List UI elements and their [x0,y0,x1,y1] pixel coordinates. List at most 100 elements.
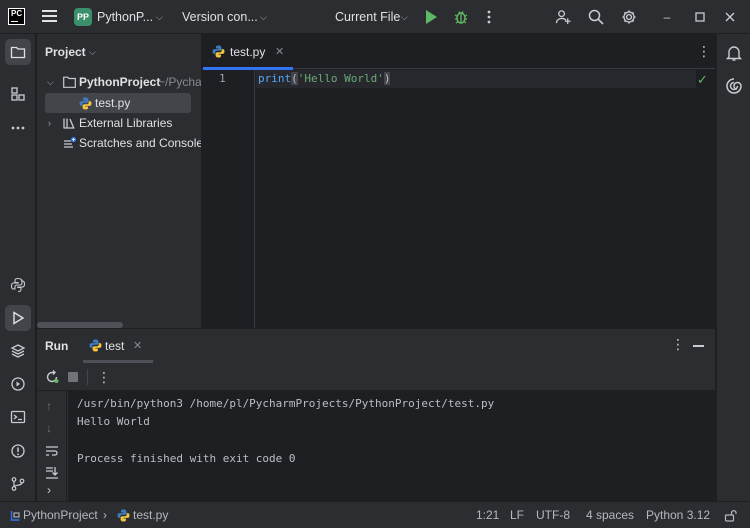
vcs-selector[interactable]: Version con... [182,10,258,24]
status-bar: PythonProject › test.py 1:21 LF UTF-8 4 … [0,501,750,528]
code-line[interactable]: print('Hello World') [258,72,391,85]
python-file-icon [212,45,225,58]
title-bar: PC PP PythonP... ⌵ Version con... ⌵ Curr… [0,0,750,34]
tree-item-scratches[interactable]: Scratches and Consoles [37,133,202,153]
run-configuration-selector[interactable]: Current File [335,10,400,24]
arrow-up-icon[interactable]: ↑ [46,399,52,413]
arrow-down-icon[interactable]: ↓ [46,421,52,435]
scroll-to-end-icon[interactable] [45,466,59,479]
project-selector[interactable]: PythonP... [97,10,153,24]
terminal-tool-button[interactable] [5,404,31,430]
toolbar-divider [87,369,88,385]
stop-icon[interactable] [68,372,78,382]
maximize-window-icon[interactable] [692,9,708,25]
tree-item-label: Scratches and Consoles [79,136,202,150]
search-icon[interactable] [588,9,604,25]
project-badge[interactable]: PP [74,8,92,26]
rerun-icon[interactable] [45,370,59,384]
python-file-icon [89,339,102,352]
chevron-down-icon[interactable]: ⌵ [260,12,267,23]
editor-tab-test-py[interactable]: test.py ✕ [203,34,293,70]
python-file-icon [117,509,130,522]
unlock-icon[interactable] [724,509,737,522]
hide-panel-icon[interactable] [693,345,704,347]
chevron-down-icon[interactable]: ⌵ [47,72,54,92]
run-panel: Run test ✕ ⋮ ⋮ ↑ ↓ › /usr/bin/python3 /h… [37,329,715,501]
tree-item-test-py[interactable]: test.py [45,93,191,113]
pycharm-logo: PC [8,8,25,25]
services-icon [11,377,25,391]
console-side-toolbar: ↑ ↓ › [37,391,67,501]
tree-item-label: test.py [95,96,131,110]
horizontal-scrollbar[interactable] [37,322,123,328]
chevron-right-icon[interactable]: › [47,483,51,497]
chevron-down-icon[interactable]: ⌵ [401,12,408,23]
main-menu-icon[interactable] [42,10,57,23]
chevron-down-icon[interactable]: ⌵ [156,12,163,23]
notifications-bell-icon[interactable] [725,44,743,62]
library-icon [63,118,75,129]
run-toolbar: ⋮ [37,363,715,391]
version-control-icon [11,477,25,491]
close-icon[interactable]: ✕ [133,339,142,352]
project-root-label: PythonProject [79,75,161,89]
project-path-hint: ~/PycharmProjects/PythonProject [158,75,202,89]
terminal-icon [10,410,26,424]
debug-icon[interactable] [453,9,469,25]
scratches-icon [64,136,77,148]
services-tool-button[interactable] [5,371,31,397]
run-panel-header: Run test ✕ ⋮ [37,329,715,363]
add-user-icon[interactable] [555,9,571,25]
console-output[interactable]: /usr/bin/python3 /home/pl/PycharmProject… [68,391,715,501]
structure-tool-button[interactable] [5,81,31,107]
project-panel-title[interactable]: Project [45,45,86,59]
more-actions-icon[interactable] [481,9,497,25]
line-ending[interactable]: LF [510,508,524,522]
project-tool-button[interactable] [5,39,31,65]
run-panel-title: Run [45,339,69,353]
code-paren-close: ) [383,72,391,85]
editor-tab-bar: test.py ✕ ⋮ [203,34,715,70]
caret-position[interactable]: 1:21 [476,508,499,522]
folder-icon [63,76,76,88]
editor-gutter [203,70,255,328]
code-paren-open: ( [291,72,298,85]
close-window-icon[interactable] [722,9,738,25]
close-icon[interactable]: ✕ [275,45,284,58]
more-horizontal-icon [11,126,25,130]
problems-tool-button[interactable] [5,438,31,464]
run-icon[interactable] [426,10,437,24]
breadcrumb-separator: › [103,508,107,522]
breadcrumb-file[interactable]: test.py [133,508,168,522]
python-packages-tool-button[interactable] [5,272,31,298]
tree-item-label: External Libraries [79,116,173,130]
tree-item-external-libraries[interactable]: › External Libraries [37,113,201,133]
run-tab-label: test [105,339,125,353]
python-file-icon [79,97,92,110]
layers-icon [10,344,26,358]
folder-icon [10,46,26,59]
run-tab-test[interactable]: test ✕ [83,329,153,363]
right-toolbar [716,34,750,501]
python-interpreter[interactable]: Python 3.12 [646,508,710,522]
indent-setting[interactable]: 4 spaces [586,508,634,522]
run-tool-button[interactable] [5,305,31,331]
no-problems-check-icon[interactable]: ✓ [697,72,708,88]
chevron-right-icon[interactable]: › [48,113,51,133]
layers-tool-button[interactable] [5,338,31,364]
more-vertical-icon[interactable]: ⋮ [671,337,685,351]
more-tool-windows-button[interactable] [5,114,31,140]
settings-gear-icon[interactable] [621,9,637,25]
console-line: /usr/bin/python3 /home/pl/PycharmProject… [77,397,495,410]
more-vertical-icon[interactable]: ⋮ [697,44,711,58]
problems-icon [11,444,25,458]
breadcrumb-project[interactable]: PythonProject [23,508,98,522]
file-encoding[interactable]: UTF-8 [536,508,570,522]
chevron-down-icon[interactable]: ⌵ [89,47,96,58]
soft-wrap-icon[interactable] [45,445,59,457]
minimize-window-icon[interactable]: – [659,9,675,25]
ai-assistant-icon[interactable] [725,77,743,95]
more-vertical-icon[interactable]: ⋮ [97,370,111,384]
tree-item-project-root[interactable]: ⌵ PythonProject ~/PycharmProjects/Python… [37,72,202,92]
git-tool-button[interactable] [5,471,31,497]
